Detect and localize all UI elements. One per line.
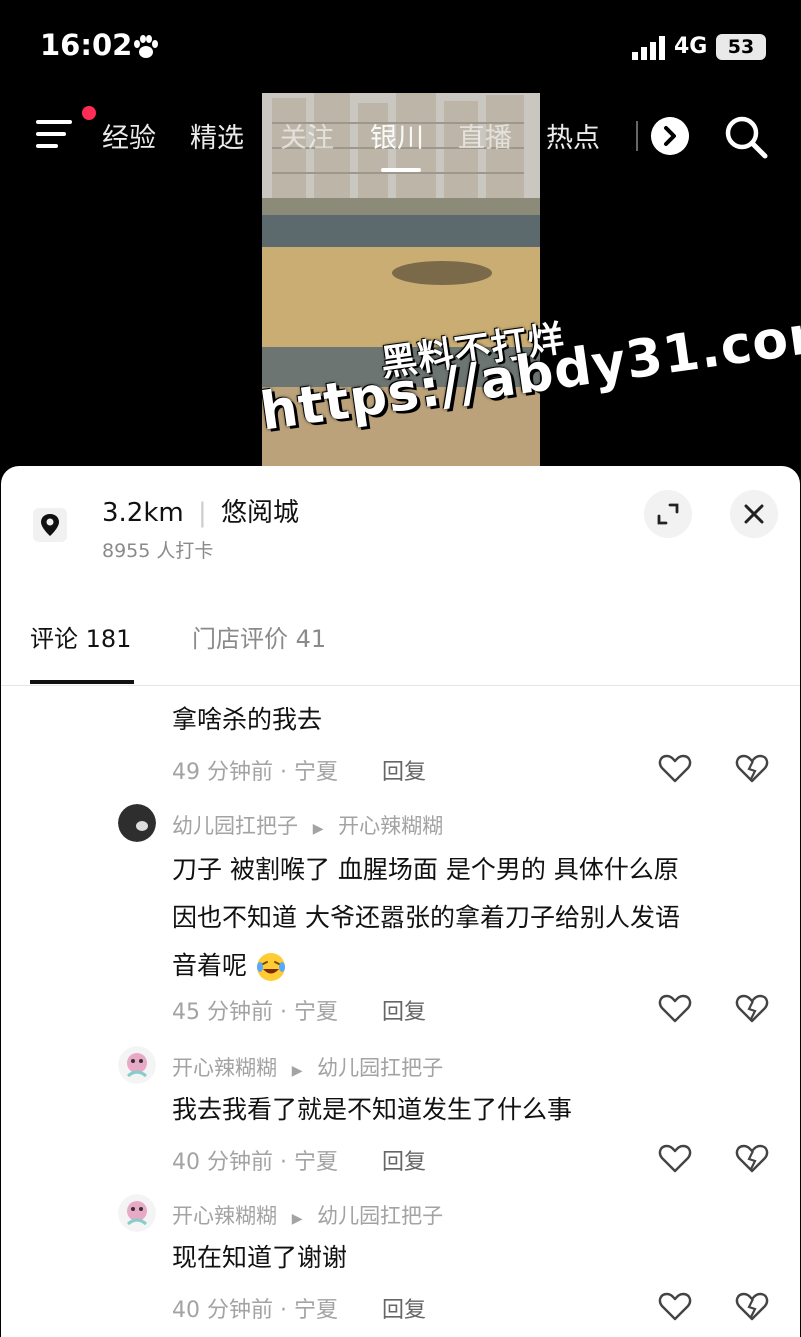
- avatar[interactable]: [118, 804, 156, 842]
- signal-icon: [632, 36, 665, 60]
- comment-user[interactable]: 开心辣糊糊 ▶ 幼儿园扛把子: [172, 1200, 443, 1230]
- like-icon[interactable]: [658, 1142, 692, 1174]
- comment-line: 因也不知道 大爷还嚣张的拿着刀子给别人发语: [172, 903, 680, 932]
- location-pin-icon: [33, 508, 67, 542]
- menu-icon[interactable]: [36, 118, 76, 150]
- avatar[interactable]: [118, 1046, 156, 1084]
- title-separator: |: [198, 498, 207, 528]
- tab-store-reviews[interactable]: 门店评价 41: [192, 619, 326, 654]
- like-icon[interactable]: [658, 1290, 692, 1322]
- comment-text: 拿啥杀的我去: [172, 705, 323, 734]
- tab-jingyan[interactable]: 经验: [102, 116, 156, 155]
- battery-indicator: 53: [716, 34, 766, 60]
- reply-button[interactable]: 回复: [382, 1144, 426, 1176]
- reply-to-user: 幼儿园扛把子: [317, 1204, 444, 1228]
- chevron-right-icon[interactable]: [651, 117, 689, 155]
- reply-arrow-icon: ▶: [291, 1211, 303, 1227]
- comment-user[interactable]: 开心辣糊糊 ▶ 幼儿园扛把子: [172, 1052, 443, 1082]
- distance-label: 3.2km: [102, 498, 184, 528]
- comment-meta: 49 分钟前 · 宁夏: [172, 760, 338, 785]
- tab-guanzhu[interactable]: 关注: [280, 116, 334, 155]
- notification-dot: [82, 106, 96, 120]
- comment-line-with-emoji: 音着呢: [172, 942, 680, 990]
- comment-meta: 40 分钟前 · 宁夏: [172, 1150, 338, 1175]
- tabs-divider: [1, 685, 800, 686]
- status-time: 16:02: [40, 28, 133, 62]
- comment-line: 刀子 被割喉了 血腥场面 是个男的 具体什么原: [172, 855, 679, 884]
- expand-icon[interactable]: [644, 490, 692, 538]
- reply-to-user: 幼儿园扛把子: [317, 1056, 444, 1080]
- reply-arrow-icon: ▶: [312, 821, 324, 837]
- reply-arrow-icon: ▶: [291, 1063, 303, 1079]
- username: 开心辣糊糊: [172, 1056, 277, 1080]
- dislike-icon[interactable]: [735, 1142, 769, 1174]
- network-type: 4G: [674, 34, 708, 59]
- place-name: 悠阅城: [221, 498, 300, 528]
- comment-text: 我去我看了就是不知道发生了什么事: [172, 1095, 573, 1124]
- search-icon[interactable]: [723, 114, 769, 160]
- comment-user[interactable]: 幼儿园扛把子 ▶ 开心辣糊糊: [172, 810, 443, 840]
- username: 开心辣糊糊: [172, 1204, 277, 1228]
- username: 幼儿园扛把子: [172, 814, 298, 838]
- reply-button[interactable]: 回复: [382, 1292, 426, 1324]
- tab-redian[interactable]: 热点: [546, 116, 600, 155]
- reply-button[interactable]: 回复: [382, 754, 426, 786]
- reply-button[interactable]: 回复: [382, 994, 426, 1026]
- reply-to-user: 开心辣糊糊: [338, 814, 444, 838]
- like-icon[interactable]: [658, 752, 692, 784]
- like-icon[interactable]: [658, 992, 692, 1024]
- comment-text: 刀子 被割喉了 血腥场面 是个男的 具体什么原 因也不知道 大爷还嚣张的拿着刀子…: [172, 846, 680, 990]
- checkin-count: 8955 人打卡: [102, 540, 214, 562]
- paw-icon: [134, 35, 158, 58]
- tab-jingxuan[interactable]: 精选: [190, 116, 244, 155]
- active-tab-indicator: [30, 680, 134, 684]
- avatar[interactable]: [118, 1194, 156, 1232]
- tab-comments[interactable]: 评论 181: [30, 619, 131, 654]
- active-tab-indicator: [381, 168, 421, 172]
- laughing-crying-emoji-icon: [256, 953, 285, 981]
- comment-meta: 40 分钟前 · 宁夏: [172, 1298, 338, 1323]
- dislike-icon[interactable]: [735, 1290, 769, 1322]
- comment-line: 音着呢: [172, 951, 248, 980]
- close-icon[interactable]: [730, 490, 778, 538]
- nav-divider: [636, 121, 638, 151]
- dislike-icon[interactable]: [735, 992, 769, 1024]
- tab-zhibo[interactable]: 直播: [458, 116, 512, 155]
- comment-text: 现在知道了谢谢: [172, 1243, 348, 1272]
- tab-yinchuan[interactable]: 银川: [370, 116, 424, 155]
- comment-meta: 45 分钟前 · 宁夏: [172, 1000, 338, 1025]
- location-title[interactable]: 3.2km | 悠阅城: [102, 492, 299, 529]
- dislike-icon[interactable]: [735, 752, 769, 784]
